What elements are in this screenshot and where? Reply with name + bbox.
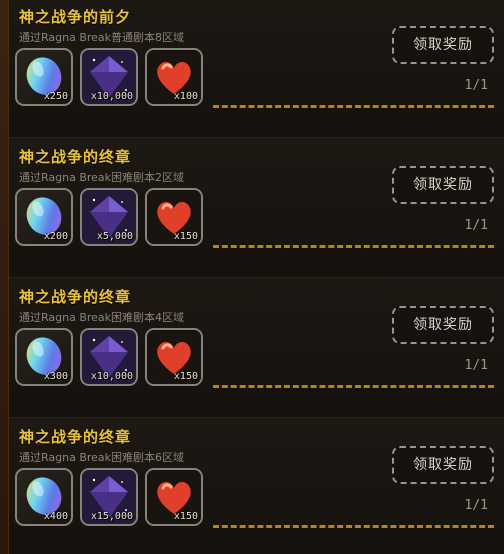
reward-item-gem[interactable]: x10,000 [80, 328, 138, 386]
reward-item-crystal[interactable]: x300 [15, 328, 73, 386]
reward-quantity: x400 [43, 511, 68, 522]
mission-title: 神之战争的终章 [19, 428, 132, 446]
mission-title: 神之战争的终章 [19, 148, 132, 166]
claim-reward-button[interactable]: 领取奖励 [392, 306, 494, 344]
reward-quantity: x150 [173, 371, 198, 382]
mission-description: 通过Ragna Break困难剧本4区域 [19, 311, 185, 324]
reward-quantity: x200 [43, 231, 68, 242]
reward-quantity: x300 [43, 371, 68, 382]
progress-count: 1/1 [464, 78, 488, 93]
reward-quantity: x250 [43, 91, 68, 102]
claim-reward-button[interactable]: 领取奖励 [392, 446, 494, 484]
reward-quantity: x10,000 [90, 91, 133, 102]
mission-row: 神之战争的终章 通过Ragna Break困难剧本4区域 x300 x10,00… [9, 278, 504, 418]
reward-quantity: x10,000 [90, 371, 133, 382]
progress-count: 1/1 [464, 498, 488, 513]
progress-count: 1/1 [464, 358, 488, 373]
mission-description: 通过Ragna Break普通剧本8区域 [19, 31, 185, 44]
progress-divider [213, 385, 494, 388]
reward-item-gem[interactable]: x15,000 [80, 468, 138, 526]
reward-item-crystal[interactable]: x250 [15, 48, 73, 106]
reward-quantity: x15,000 [90, 511, 133, 522]
left-rail [0, 0, 9, 554]
reward-quantity: x100 [173, 91, 198, 102]
reward-quantity: x150 [173, 231, 198, 242]
reward-item-heart[interactable]: x150 [145, 468, 203, 526]
reward-item-heart[interactable]: x150 [145, 328, 203, 386]
reward-item-gem[interactable]: x5,000 [80, 188, 138, 246]
reward-quantity: x150 [173, 511, 198, 522]
progress-divider [213, 105, 494, 108]
mission-description: 通过Ragna Break困难剧本6区域 [19, 451, 185, 464]
mission-list-panel: 神之战争的前夕 通过Ragna Break普通剧本8区域 x250 x10,00… [0, 0, 504, 554]
mission-row: 神之战争的终章 通过Ragna Break困难剧本6区域 x400 x15,00… [9, 418, 504, 554]
reward-item-crystal[interactable]: x200 [15, 188, 73, 246]
reward-item-gem[interactable]: x10,000 [80, 48, 138, 106]
mission-title: 神之战争的终章 [19, 288, 132, 306]
claim-reward-button[interactable]: 领取奖励 [392, 166, 494, 204]
progress-count: 1/1 [464, 218, 488, 233]
progress-divider [213, 525, 494, 528]
mission-row: 神之战争的终章 通过Ragna Break困难剧本2区域 x200 x5,000… [9, 138, 504, 278]
progress-divider [213, 245, 494, 248]
mission-row: 神之战争的前夕 通过Ragna Break普通剧本8区域 x250 x10,00… [9, 0, 504, 138]
mission-title: 神之战争的前夕 [19, 8, 132, 26]
reward-item-heart[interactable]: x100 [145, 48, 203, 106]
reward-item-crystal[interactable]: x400 [15, 468, 73, 526]
claim-reward-button[interactable]: 领取奖励 [392, 26, 494, 64]
reward-quantity: x5,000 [96, 231, 133, 242]
mission-description: 通过Ragna Break困难剧本2区域 [19, 171, 185, 184]
reward-item-heart[interactable]: x150 [145, 188, 203, 246]
